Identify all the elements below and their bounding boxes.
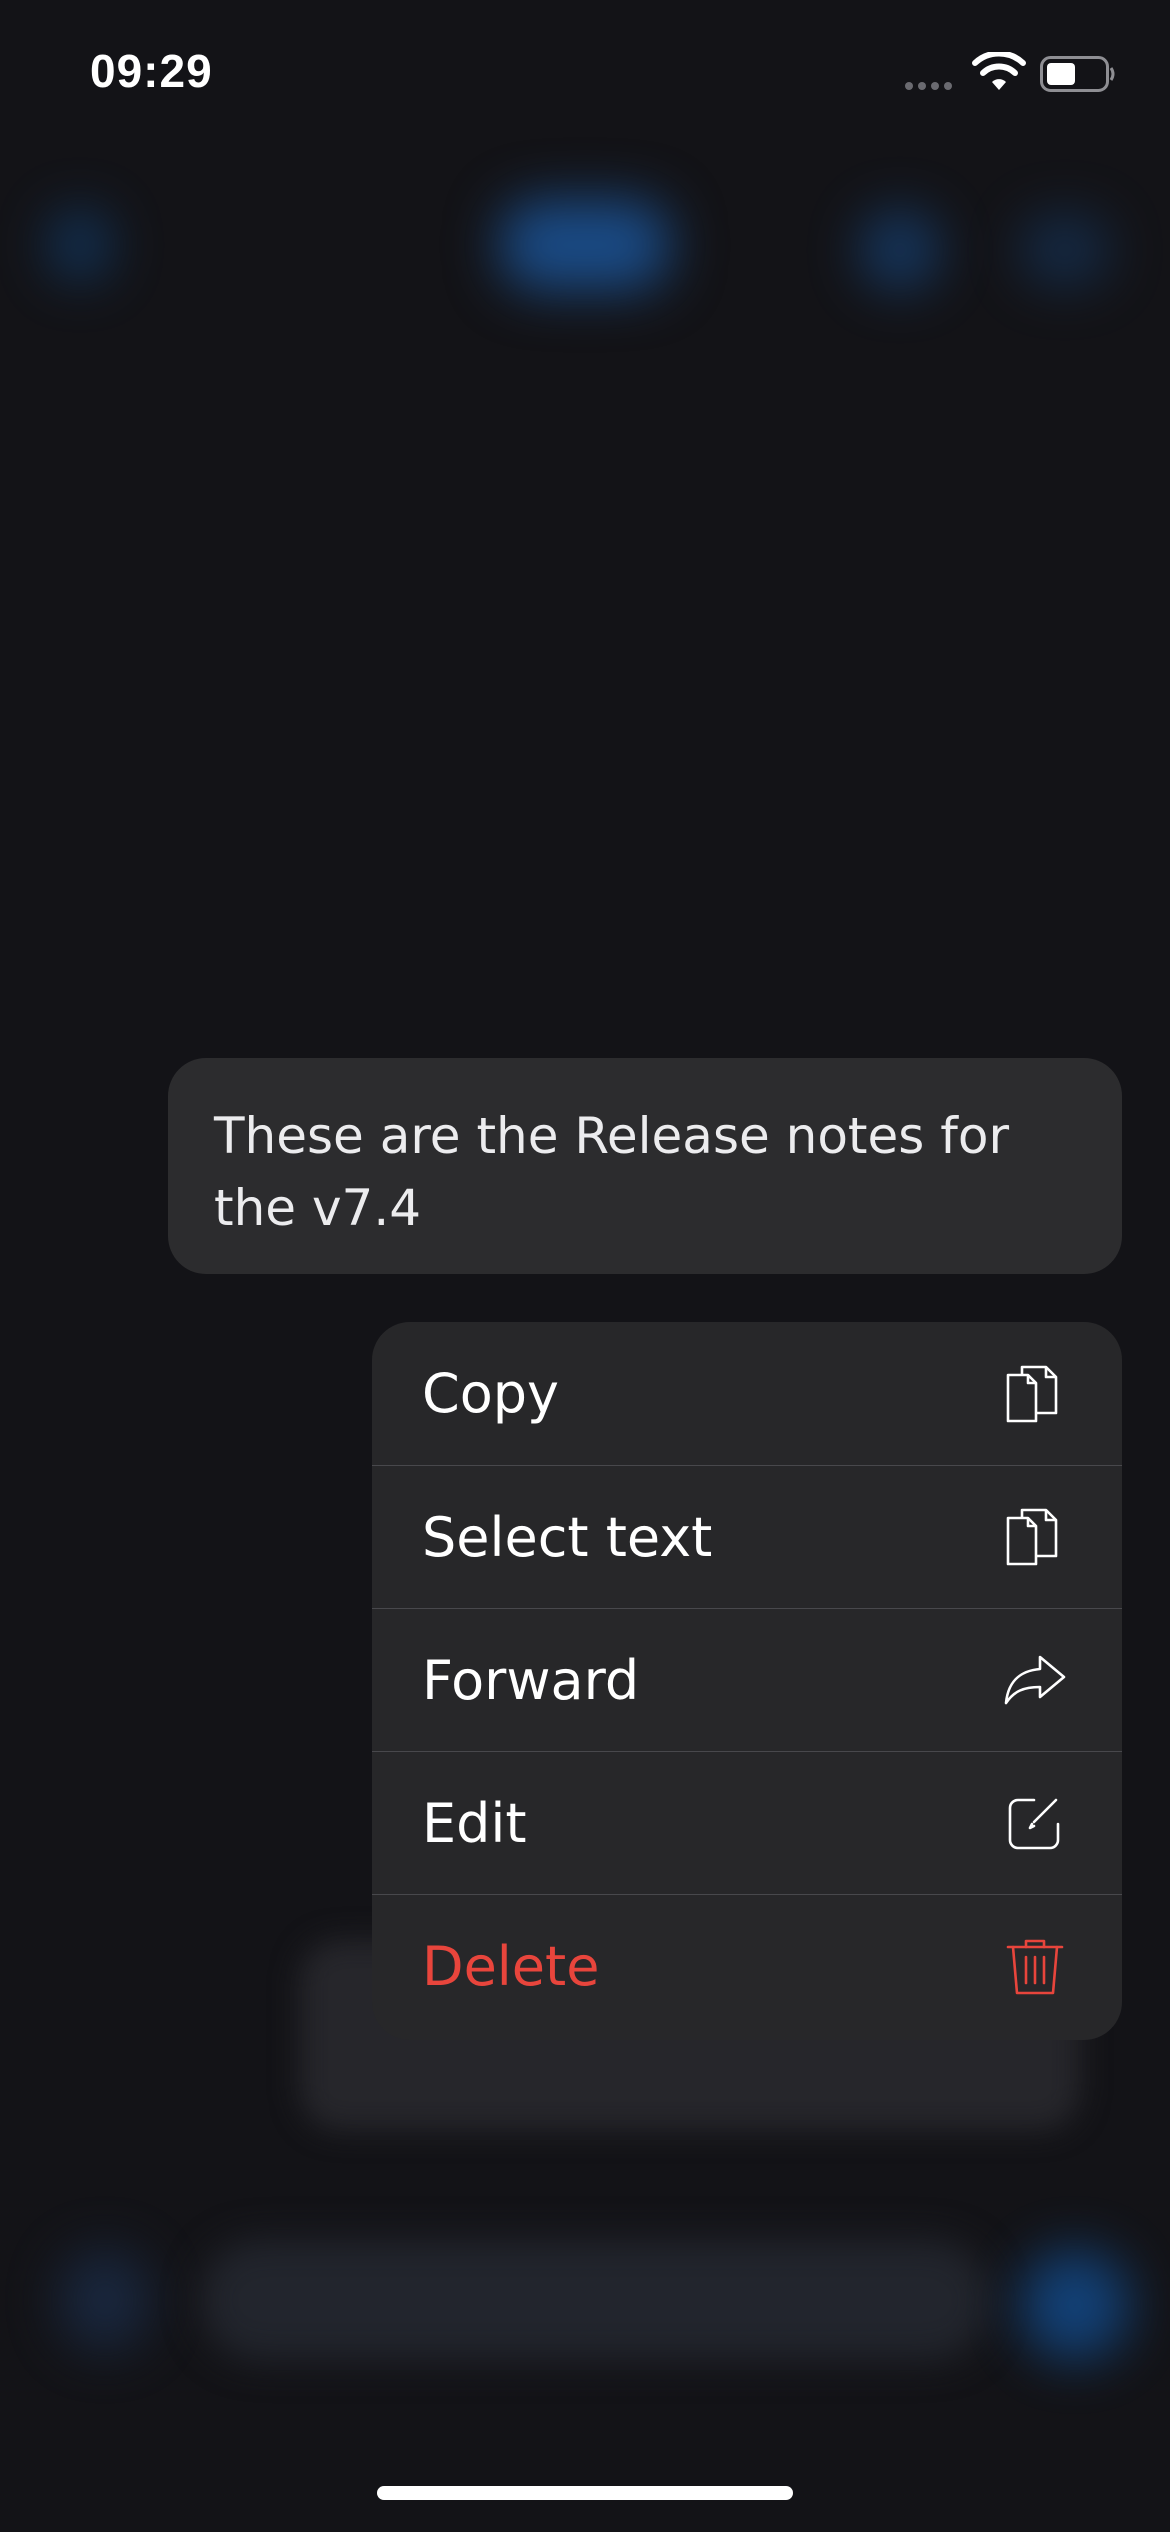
home-indicator[interactable] xyxy=(377,2486,793,2500)
forward-arrow-icon xyxy=(1002,1647,1068,1713)
status-time: 09:29 xyxy=(90,45,213,97)
blurred-composer-field xyxy=(200,2240,990,2360)
message-bubble[interactable]: These are the Release notes for the v7.4 xyxy=(168,1058,1122,1274)
menu-item-label: Select text xyxy=(422,1505,713,1569)
message-text: These are the Release notes for the v7.4 xyxy=(214,1107,1009,1237)
menu-item-label: Edit xyxy=(422,1791,527,1855)
copy-icon xyxy=(1002,1361,1068,1427)
blurred-back-button xyxy=(50,210,110,280)
battery-half-icon xyxy=(1040,56,1115,92)
blurred-header-action xyxy=(860,210,940,290)
menu-item-select-text[interactable]: Select text xyxy=(372,1465,1122,1608)
trash-icon xyxy=(1002,1933,1068,1999)
menu-item-label: Delete xyxy=(422,1934,600,1998)
cellular-signal-icon xyxy=(905,82,952,90)
menu-item-edit[interactable]: Edit xyxy=(372,1751,1122,1894)
edit-icon xyxy=(1002,1790,1068,1856)
chat-screen: 09:29 These are the Release notes for th… xyxy=(0,0,1170,2532)
blurred-header-action xyxy=(1020,215,1110,285)
menu-item-label: Copy xyxy=(422,1362,559,1425)
menu-item-copy[interactable]: Copy xyxy=(372,1322,1122,1465)
menu-item-delete[interactable]: Delete xyxy=(372,1894,1122,2037)
message-context-menu: Copy Select text Forward Edit Delete xyxy=(372,1322,1122,2040)
select-text-icon xyxy=(1002,1504,1068,1570)
menu-item-forward[interactable]: Forward xyxy=(372,1608,1122,1751)
blurred-attach-button xyxy=(60,2250,150,2350)
blurred-chat-title xyxy=(500,200,670,290)
wifi-icon xyxy=(972,52,1026,90)
blurred-send-button xyxy=(1020,2250,1130,2360)
menu-item-label: Forward xyxy=(422,1648,640,1712)
